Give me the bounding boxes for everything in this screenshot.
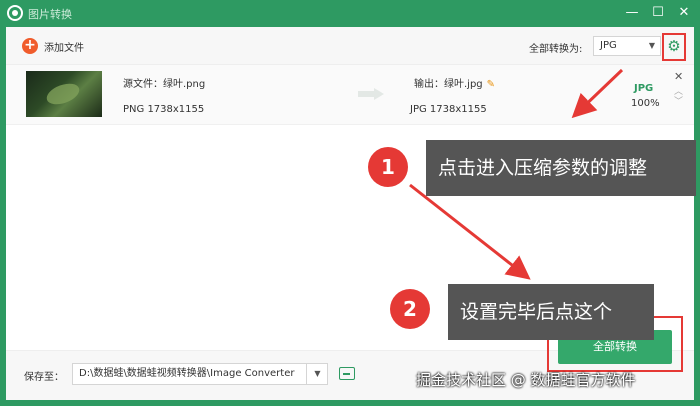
toolbar: + 添加文件 全部转换为: JPG ▼ ⚙ [6, 27, 694, 65]
format-select[interactable]: JPG ▼ [593, 36, 661, 56]
convert-all-label: 全部转换为: [529, 44, 583, 55]
add-file-label: 添加文件 [44, 42, 84, 54]
plus-icon: + [22, 38, 38, 54]
image-thumbnail [26, 71, 102, 117]
path-dropdown-icon[interactable]: ▼ [306, 363, 328, 385]
edit-pencil-icon[interactable]: ✎ [487, 79, 495, 90]
caret-down-icon: ▼ [648, 41, 655, 50]
step-1-marker: 1 [368, 147, 408, 187]
output-file-meta: JPG 1738x1155 [410, 104, 487, 115]
save-to-label: 保存至： [24, 372, 64, 383]
remove-file-icon[interactable]: ✕ [674, 70, 683, 83]
settings-highlight-box: ⚙ [662, 33, 686, 61]
maximize-button[interactable]: ☐ [648, 3, 668, 23]
format-value: JPG [600, 40, 617, 51]
file-row[interactable]: 源文件：绿叶.png PNG 1738x1155 输出：绿叶.jpg ✎ JPG … [6, 65, 694, 125]
quality-percent: 100% [631, 98, 660, 109]
minimize-button[interactable]: — [622, 3, 642, 23]
watermark-text: 掘金技术社区 @ 数据蛙官方软件 [416, 371, 636, 389]
source-file-meta: PNG 1738x1155 [123, 104, 205, 115]
source-file-name: 源文件：绿叶.png [123, 79, 206, 90]
save-path-input[interactable]: D:\数据蛙\数据蛙视频转换器\Image Converter [72, 363, 328, 385]
output-file-name: 输出：绿叶.jpg ✎ [414, 75, 495, 90]
window-title: 图片转换 [28, 8, 72, 21]
output-format-badge: JPG [634, 83, 654, 94]
step-1-tooltip: 点击进入压缩参数的调整 [426, 140, 696, 196]
chevron-down-icon[interactable]: ﹀ [674, 94, 683, 107]
folder-icon[interactable] [339, 367, 355, 380]
app-window: 图片转换 — ☐ ✕ + 添加文件 全部转换为: JPG ▼ ⚙ 源文件：绿叶.… [0, 0, 700, 406]
output-file-name-text: 输出：绿叶.jpg [414, 79, 483, 90]
title-bar: 图片转换 — ☐ ✕ [0, 0, 700, 26]
app-logo-icon [7, 5, 23, 21]
convert-arrow-icon [358, 88, 384, 100]
close-window-button[interactable]: ✕ [674, 3, 694, 23]
step-2-marker: 2 [390, 289, 430, 329]
gear-icon[interactable]: ⚙ [667, 39, 681, 54]
add-file-button[interactable]: + 添加文件 [22, 37, 84, 55]
step-2-tooltip: 设置完毕后点这个 [448, 284, 654, 340]
